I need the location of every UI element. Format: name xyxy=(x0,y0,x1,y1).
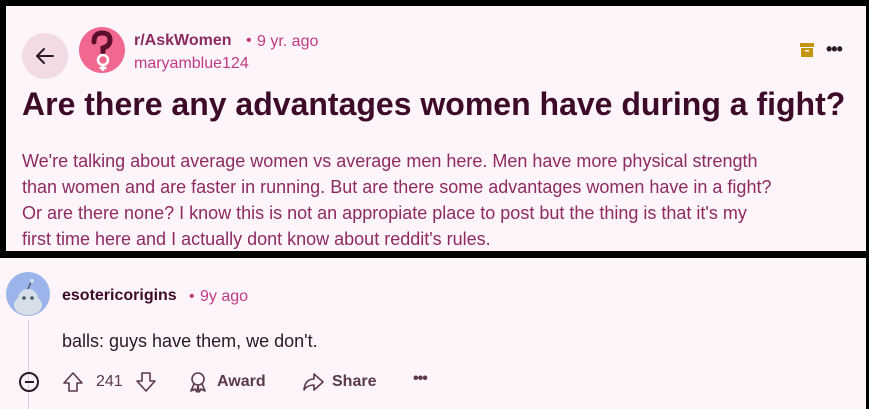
subreddit-avatar[interactable] xyxy=(79,27,125,73)
post-card: r/AskWomen • 9 yr. ago maryamblue124 •••… xyxy=(6,6,866,251)
subreddit-link[interactable]: r/AskWomen xyxy=(134,32,232,50)
arrow-down-icon xyxy=(136,372,156,392)
upvote-button[interactable] xyxy=(62,371,84,398)
comment-timestamp: 9y ago xyxy=(200,288,249,305)
meta-separator: • xyxy=(246,32,252,49)
ask-women-logo-icon xyxy=(91,30,113,71)
award-button[interactable]: Award xyxy=(187,369,266,395)
back-button[interactable] xyxy=(22,33,68,79)
share-button[interactable]: Share xyxy=(302,369,376,395)
post-body-line: Or are there none? I know this is not an… xyxy=(22,203,747,223)
comment-overflow-menu-button[interactable]: ••• xyxy=(413,370,428,388)
share-icon xyxy=(303,373,324,391)
vote-count: 241 xyxy=(96,373,123,390)
archive-icon xyxy=(799,42,815,63)
comment-card: esotericorigins • 9y ago balls: guys hav… xyxy=(0,258,866,409)
post-body: We're talking about average women vs ave… xyxy=(22,148,858,251)
award-label: Award xyxy=(217,373,266,390)
collapse-thread-button[interactable] xyxy=(19,372,39,392)
comment-action-bar: 241 Award Share ••• xyxy=(0,366,866,398)
avatar[interactable] xyxy=(6,272,50,316)
arrow-left-icon xyxy=(36,48,54,64)
post-body-line: We're talking about average women vs ave… xyxy=(22,151,758,171)
award-icon xyxy=(190,372,206,393)
post-body-line: first time here and I actually dont know… xyxy=(22,229,491,249)
comment-text: balls: guys have them, we don't. xyxy=(62,331,318,351)
snoo-avatar-icon xyxy=(14,279,42,315)
post-author[interactable]: maryamblue124 xyxy=(134,55,249,73)
share-label: Share xyxy=(332,373,377,390)
post-body-line: than women and are faster in running. Bu… xyxy=(22,177,772,197)
meta-separator: • xyxy=(189,288,195,305)
comment-author[interactable]: esotericorigins xyxy=(62,287,177,305)
arrow-up-icon xyxy=(63,372,83,392)
post-overflow-menu-button[interactable]: ••• xyxy=(826,39,843,60)
post-timestamp: 9 yr. ago xyxy=(257,33,319,50)
downvote-button[interactable] xyxy=(135,371,157,398)
post-title: Are there any advantages women have duri… xyxy=(22,86,846,122)
